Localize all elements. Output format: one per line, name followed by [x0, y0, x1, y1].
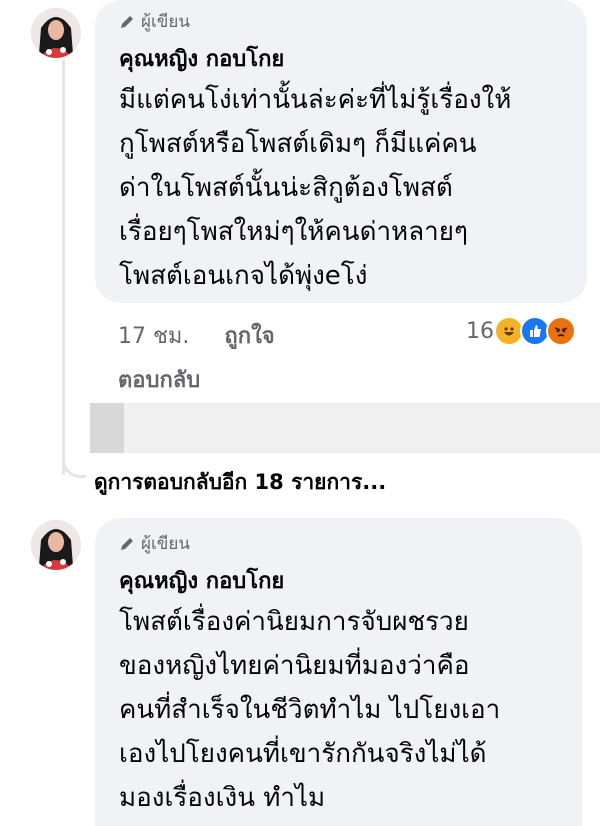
author-badge-label: ผู้เขียน [141, 12, 190, 32]
comment-bubble: ผู้เขียน คุณหญิง กอบโกย มีแต่คนโง่เท่านั… [95, 0, 587, 303]
like-button[interactable]: ถูกใจ [224, 324, 274, 349]
comment-line: มีแต่คนโง่เท่านั้นล่ะค่ะที่ไม่รู้เรื่องใ… [119, 85, 512, 115]
author-badge: ผู้เขียน [119, 8, 563, 35]
reply-button[interactable]: ตอบกลับ [118, 362, 200, 397]
comment-line: โพสต์เรื่องค่านิยมการจับผชรวย [119, 607, 469, 637]
avatar[interactable] [31, 8, 81, 58]
comment-time[interactable]: 17 ชม. [118, 324, 189, 349]
comment-line: ของหญิงไทยค่านิยมที่มองว่าคือ [119, 651, 470, 681]
comment-meta: 17 ชม. ถูกใจ [118, 318, 275, 353]
thread-line [62, 60, 65, 475]
comment-bubble: ผู้เขียน คุณหญิง กอบโกย โพสต์เรื่องค่านิ… [95, 518, 582, 826]
author-name[interactable]: คุณหญิง กอบโกย [119, 41, 563, 76]
comment-line: เรื่อยๆโพสใหม่ๆให้คนด่าหลายๆ [119, 217, 468, 247]
view-more-replies[interactable]: ดูการตอบกลับอีก 18 รายการ... [94, 466, 386, 499]
comment-line: คนที่สำเร็จในชีวิตทำไม ไปโยงเอา [119, 695, 501, 725]
blurred-reply [90, 403, 600, 453]
comment-line: กูโพสต์หรือโพสต์เดิมๆ ก็มีแค่คน [119, 129, 477, 159]
author-badge-label: ผู้เขียน [141, 534, 190, 554]
thread-line-branch [62, 448, 86, 478]
pencil-icon [121, 537, 133, 550]
comment-line: โพสต์เอนเกจได้พุ่งeโง่ [119, 261, 368, 291]
comment-line: เองไปโยงคนที่เขารักกันจริงไม่ได้ [119, 739, 487, 769]
author-badge: ผู้เขียน [119, 530, 558, 557]
reaction-summary[interactable]: 16 [466, 316, 576, 346]
author-name[interactable]: คุณหญิง กอบโกย [119, 563, 558, 598]
comment-text: มีแต่คนโง่เท่านั้นล่ะค่ะที่ไม่รู้เรื่องใ… [119, 78, 563, 298]
avatar[interactable] [31, 520, 81, 570]
comment-line: มองเรื่องเงิน ทำไม [119, 783, 326, 813]
comment-text: โพสต์เรื่องค่านิยมการจับผชรวย ของหญิงไทย… [119, 600, 558, 820]
reaction-count: 16 [466, 318, 494, 344]
pencil-icon [121, 15, 133, 28]
angry-icon [546, 316, 576, 346]
comment-line: ด่าในโพสต์นั้นน่ะสิกูต้องโพสต์ [119, 173, 453, 203]
